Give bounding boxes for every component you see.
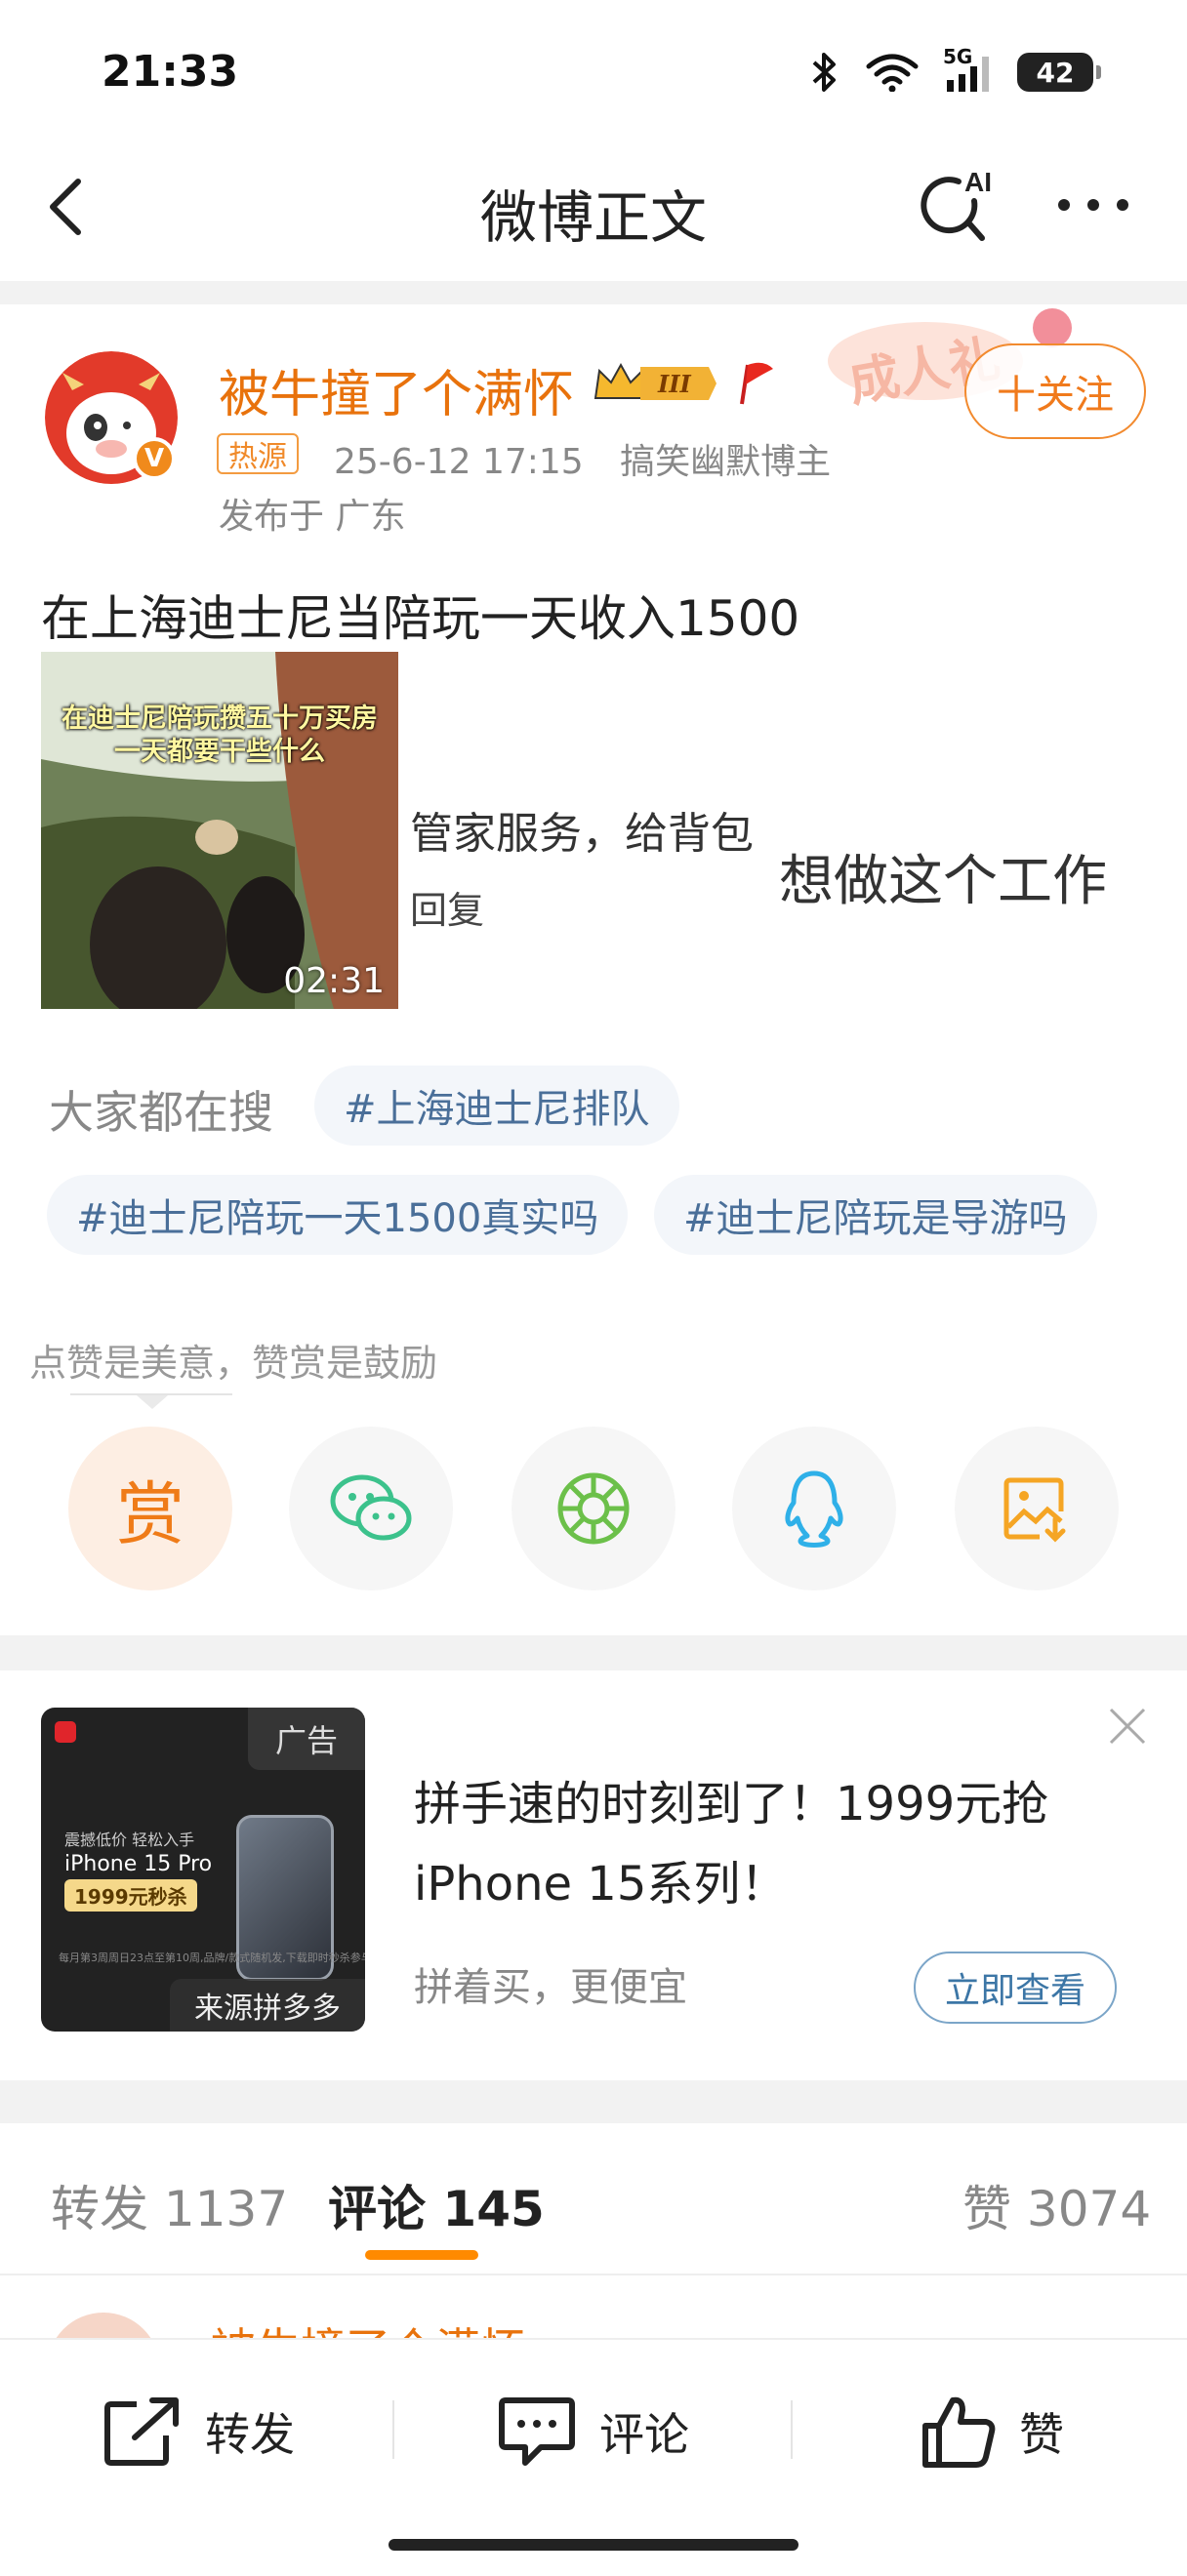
ad-subtext: 拼着买，更便宜 bbox=[414, 1965, 687, 2010]
follow-button[interactable]: 十关注 bbox=[964, 343, 1146, 439]
tab-like[interactable]: 赞 3074 bbox=[962, 2170, 1151, 2240]
svg-text:AI: AI bbox=[964, 167, 992, 197]
search-label: 大家都在搜 bbox=[49, 1086, 273, 1139]
tip-arrow bbox=[137, 1395, 168, 1409]
verified-icon: V bbox=[133, 437, 176, 480]
save-image-icon bbox=[1003, 1477, 1066, 1543]
ad-phone-name: iPhone 15 Pro bbox=[64, 1852, 213, 1876]
post-date: 25-6-12 17:15 bbox=[334, 442, 584, 482]
section-divider bbox=[0, 281, 1187, 304]
ad-headline[interactable]: 拼手速的时刻到了！1999元抢iPhone 15系列！ bbox=[414, 1764, 1136, 1924]
post-meta: 25-6-12 17:15 搞笑幽默博主 bbox=[334, 433, 856, 484]
search-tag[interactable]: #上海迪士尼排队 bbox=[314, 1066, 679, 1146]
wechat-icon bbox=[330, 1474, 412, 1541]
section-divider bbox=[0, 1635, 1187, 1670]
member-crown-icon: III bbox=[594, 362, 716, 400]
tab-repost[interactable]: 转发 1137 bbox=[51, 2170, 288, 2240]
video-title-line-2: 一天都要干些什么 bbox=[114, 737, 325, 767]
reward-button[interactable]: 赏 bbox=[68, 1427, 232, 1590]
share-qq-button[interactable] bbox=[732, 1427, 896, 1590]
repost-icon bbox=[104, 2397, 179, 2466]
ad-image[interactable]: 震撼低价 轻松入手 iPhone 15 Pro 1999元秒杀 每月第3周周日2… bbox=[41, 1708, 365, 2032]
ad-inner-title: 震撼低价 轻松入手 bbox=[64, 1831, 195, 1849]
like-button[interactable]: 赞 bbox=[920, 2383, 1064, 2480]
save-image-button[interactable] bbox=[955, 1427, 1119, 1590]
battery-indicator: 42 bbox=[1017, 53, 1101, 92]
more-icon[interactable] bbox=[1052, 185, 1134, 224]
level-badge-text: III bbox=[657, 370, 691, 398]
search-tag[interactable]: #迪士尼陪玩一天1500真实吗 bbox=[47, 1175, 629, 1255]
home-indicator[interactable] bbox=[389, 2539, 798, 2551]
ad-fine-print: 每月第3周周日23点至第10周,品牌/款式随机发,下载即时秒杀参与 bbox=[59, 1952, 365, 1964]
text-fragment: 想做这个工作 bbox=[779, 850, 1107, 913]
tab-divider bbox=[0, 2274, 1187, 2275]
page-title: 微博正文 bbox=[479, 184, 707, 251]
video-title: 在迪士尼陪玩攒五十万买房 一天都要干些什么 bbox=[41, 703, 398, 769]
post-location: 发布于 广东 bbox=[219, 497, 406, 537]
qq-icon bbox=[785, 1470, 843, 1548]
ad-label: 广告 bbox=[248, 1708, 365, 1770]
ad-source: 来源拼多多 bbox=[170, 1979, 365, 2032]
ad-price: 1999元秒杀 bbox=[64, 1879, 197, 1912]
share-moments-button[interactable] bbox=[512, 1427, 675, 1590]
section-divider bbox=[0, 2080, 1187, 2123]
hot-tag: 热源 bbox=[217, 433, 299, 474]
video-thumbnail[interactable]: 在迪士尼陪玩攒五十万买房 一天都要干些什么 02:31 bbox=[41, 652, 398, 1009]
username[interactable]: 被牛撞了个满怀 bbox=[219, 353, 574, 426]
wifi-icon bbox=[866, 54, 919, 92]
post-category: 搞笑幽默博主 bbox=[620, 442, 832, 482]
repost-button[interactable]: 转发 bbox=[102, 2383, 295, 2480]
like-label: 赞 bbox=[1019, 2408, 1064, 2461]
status-icons: 5G 42 bbox=[808, 45, 1101, 94]
post-text: 在上海迪士尼当陪玩一天收入1500 bbox=[41, 590, 800, 647]
reward-tip: 点赞是美意，赞赏是鼓励 bbox=[29, 1342, 438, 1385]
comment-button[interactable]: 评论 bbox=[496, 2383, 689, 2480]
ad-cta-button[interactable]: 立即查看 bbox=[914, 1952, 1117, 2024]
status-time: 21:33 bbox=[102, 47, 239, 97]
like-icon bbox=[922, 2396, 996, 2468]
comment-label: 评论 bbox=[599, 2408, 689, 2461]
ad-app-logo bbox=[55, 1721, 76, 1743]
tab-comment[interactable]: 评论 145 bbox=[328, 2170, 545, 2240]
close-icon[interactable] bbox=[1103, 1702, 1152, 1751]
flag-icon bbox=[740, 362, 773, 405]
search-tag[interactable]: #迪士尼陪玩是导游吗 bbox=[654, 1175, 1097, 1255]
bottom-divider bbox=[392, 2400, 394, 2459]
reward-label: 赏 bbox=[116, 1473, 184, 1554]
cellular-icon: 5G bbox=[943, 45, 994, 94]
ai-search-icon[interactable]: AI bbox=[914, 162, 1002, 250]
comment-icon bbox=[499, 2397, 575, 2466]
bottom-divider bbox=[791, 2400, 793, 2459]
bluetooth-icon bbox=[812, 53, 836, 92]
text-fragment: 管家服务，给背包 bbox=[410, 809, 754, 859]
video-duration: 02:31 bbox=[283, 961, 385, 1001]
repost-label: 转发 bbox=[205, 2408, 295, 2461]
tab-indicator bbox=[365, 2250, 478, 2260]
video-title-line-1: 在迪士尼陪玩攒五十万买房 bbox=[61, 704, 378, 734]
moments-icon bbox=[557, 1472, 630, 1545]
reply-fragment: 回复 bbox=[410, 889, 485, 932]
share-wechat-button[interactable] bbox=[289, 1427, 453, 1590]
